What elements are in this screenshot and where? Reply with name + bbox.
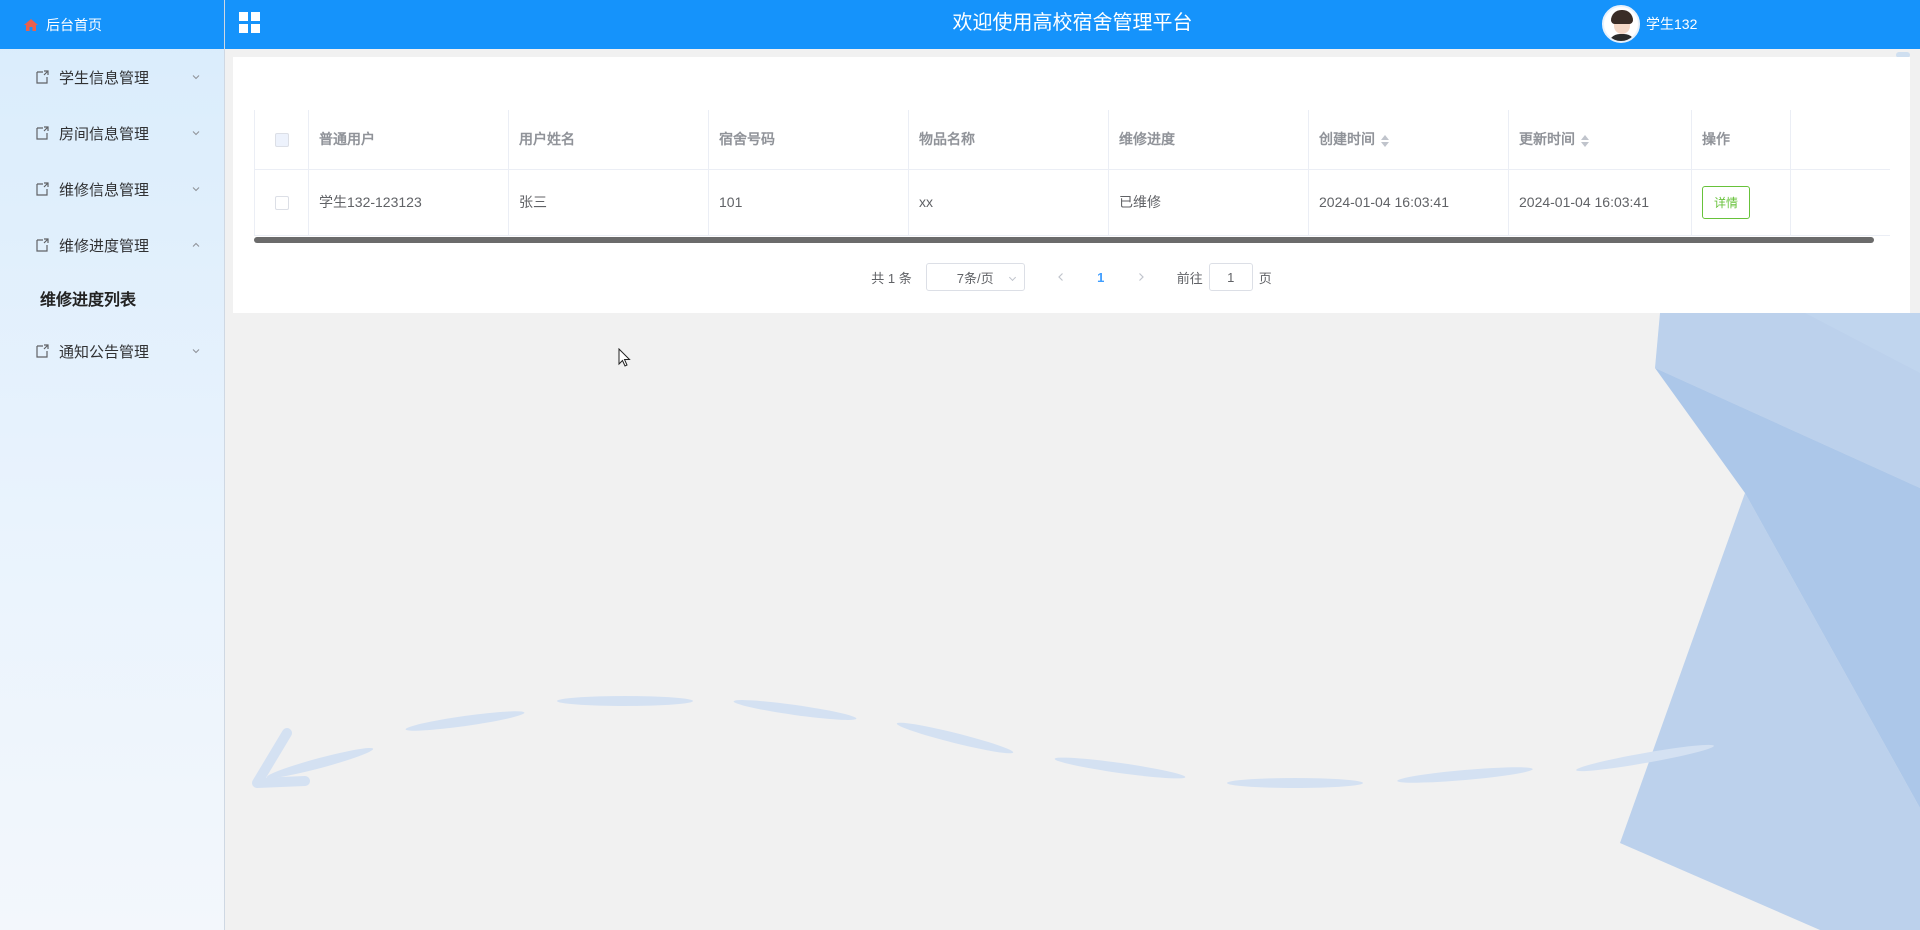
data-table: 普通用户 用户姓名 宿舍号码 物品名称 维修进度 创建时间 更新时间 操作 学生… [254, 110, 1890, 236]
column-header: 维修进度 [1108, 110, 1309, 170]
chevron-down-icon [192, 187, 200, 192]
table-cell: 张三 [508, 169, 709, 236]
sidebar-item-student-info[interactable]: 学生信息管理 [0, 49, 224, 105]
sidebar-item-label: 房间信息管理 [59, 125, 150, 143]
sidebar-item-room-info[interactable]: 房间信息管理 [0, 105, 224, 161]
table-header-row: 普通用户 用户姓名 宿舍号码 物品名称 维修进度 创建时间 更新时间 操作 [254, 110, 1890, 170]
chevron-down-icon [192, 75, 200, 80]
sidebar-item-notice[interactable]: 通知公告管理 [0, 323, 224, 379]
row-checkbox-cell [254, 169, 309, 236]
chevron-left-icon [1057, 273, 1063, 281]
sort-icon[interactable] [1581, 134, 1589, 147]
document-icon [36, 126, 49, 140]
column-header: 宿舍号码 [708, 110, 909, 170]
document-icon [36, 344, 49, 358]
chevron-down-icon [1008, 273, 1016, 282]
goto-page-input[interactable] [1208, 263, 1253, 291]
sidebar-home-label: 后台首页 [46, 16, 102, 33]
column-header: 操作 [1691, 110, 1792, 170]
column-header-sortable[interactable]: 更新时间 [1508, 110, 1692, 170]
user-menu[interactable]: 学生132 [1602, 3, 1697, 45]
chevron-up-icon [192, 242, 200, 247]
sidebar-item-label: 通知公告管理 [59, 343, 150, 361]
table-cell-filler [1790, 169, 1890, 236]
header-checkbox-cell [254, 110, 309, 170]
table-cell: 2024-01-04 16:03:41 [1308, 169, 1509, 236]
avatar [1602, 5, 1640, 43]
page-size-value: 7条/页 [956, 270, 994, 286]
page-number-current[interactable]: 1 [1081, 263, 1121, 291]
pagination-total: 共 1 条 [871, 270, 912, 286]
goto-prefix: 前往 [1176, 270, 1203, 286]
next-page-button[interactable] [1121, 263, 1161, 291]
column-header: 普通用户 [308, 110, 509, 170]
sidebar-home[interactable]: 后台首页 [0, 0, 224, 49]
sidebar-item-repair-info[interactable]: 维修信息管理 [0, 161, 224, 217]
sidebar-item-label: 学生信息管理 [59, 69, 150, 87]
prev-page-button[interactable] [1041, 263, 1081, 291]
chevron-right-icon [1138, 273, 1144, 281]
horizontal-scrollbar[interactable] [254, 237, 1874, 243]
home-icon [24, 18, 38, 31]
action-cell: 详情 [1691, 169, 1792, 236]
sort-icon[interactable] [1381, 134, 1389, 147]
grid-icon[interactable] [239, 12, 261, 34]
select-all-checkbox[interactable] [274, 133, 289, 148]
background-decoration [252, 313, 1920, 930]
table-cell: 学生132-123123 [308, 169, 509, 236]
page-size-select[interactable]: 7条/页 [925, 263, 1025, 291]
sidebar: 后台首页 学生信息管理 房间信息管理 维修信息管理 维修进度管理 维修进度列表 … [0, 0, 225, 930]
table-cell: 已维修 [1108, 169, 1309, 236]
sidebar-item-label: 维修信息管理 [59, 181, 150, 199]
document-icon [36, 70, 49, 84]
table-cell: xx [908, 169, 1109, 236]
goto-suffix: 页 [1258, 270, 1272, 286]
table-row: 学生132-123123 张三 101 xx 已维修 2024-01-04 16… [254, 169, 1890, 236]
sidebar-item-repair-progress[interactable]: 维修进度管理 [0, 217, 224, 273]
table-cell: 2024-01-04 16:03:41 [1508, 169, 1692, 236]
chevron-down-icon [192, 131, 200, 136]
column-header-filler [1790, 110, 1890, 170]
sidebar-item-label: 维修进度管理 [59, 237, 150, 255]
mouse-cursor-icon [618, 348, 631, 367]
top-header: 欢迎使用高校宿舍管理平台 学生132 [225, 0, 1920, 49]
chevron-down-icon [192, 349, 200, 354]
table-cell: 101 [708, 169, 909, 236]
document-icon [36, 238, 49, 252]
detail-button[interactable]: 详情 [1702, 185, 1751, 219]
column-header: 物品名称 [908, 110, 1109, 170]
row-checkbox[interactable] [274, 196, 289, 211]
document-icon [36, 182, 49, 196]
pagination: 共 1 条 7条/页 1 前往 页 [233, 263, 1910, 291]
sidebar-subitem-repair-progress-list[interactable]: 维修进度列表 [0, 273, 224, 323]
page-jumper: 前往 页 [1177, 263, 1272, 291]
column-header-label: 创建时间 [1319, 131, 1375, 148]
main-card: 普通用户 用户姓名 宿舍号码 物品名称 维修进度 创建时间 更新时间 操作 学生… [233, 57, 1910, 313]
column-header: 用户姓名 [508, 110, 709, 170]
username: 学生132 [1646, 16, 1698, 32]
column-header-sortable[interactable]: 创建时间 [1308, 110, 1509, 170]
column-header-label: 更新时间 [1519, 131, 1575, 148]
